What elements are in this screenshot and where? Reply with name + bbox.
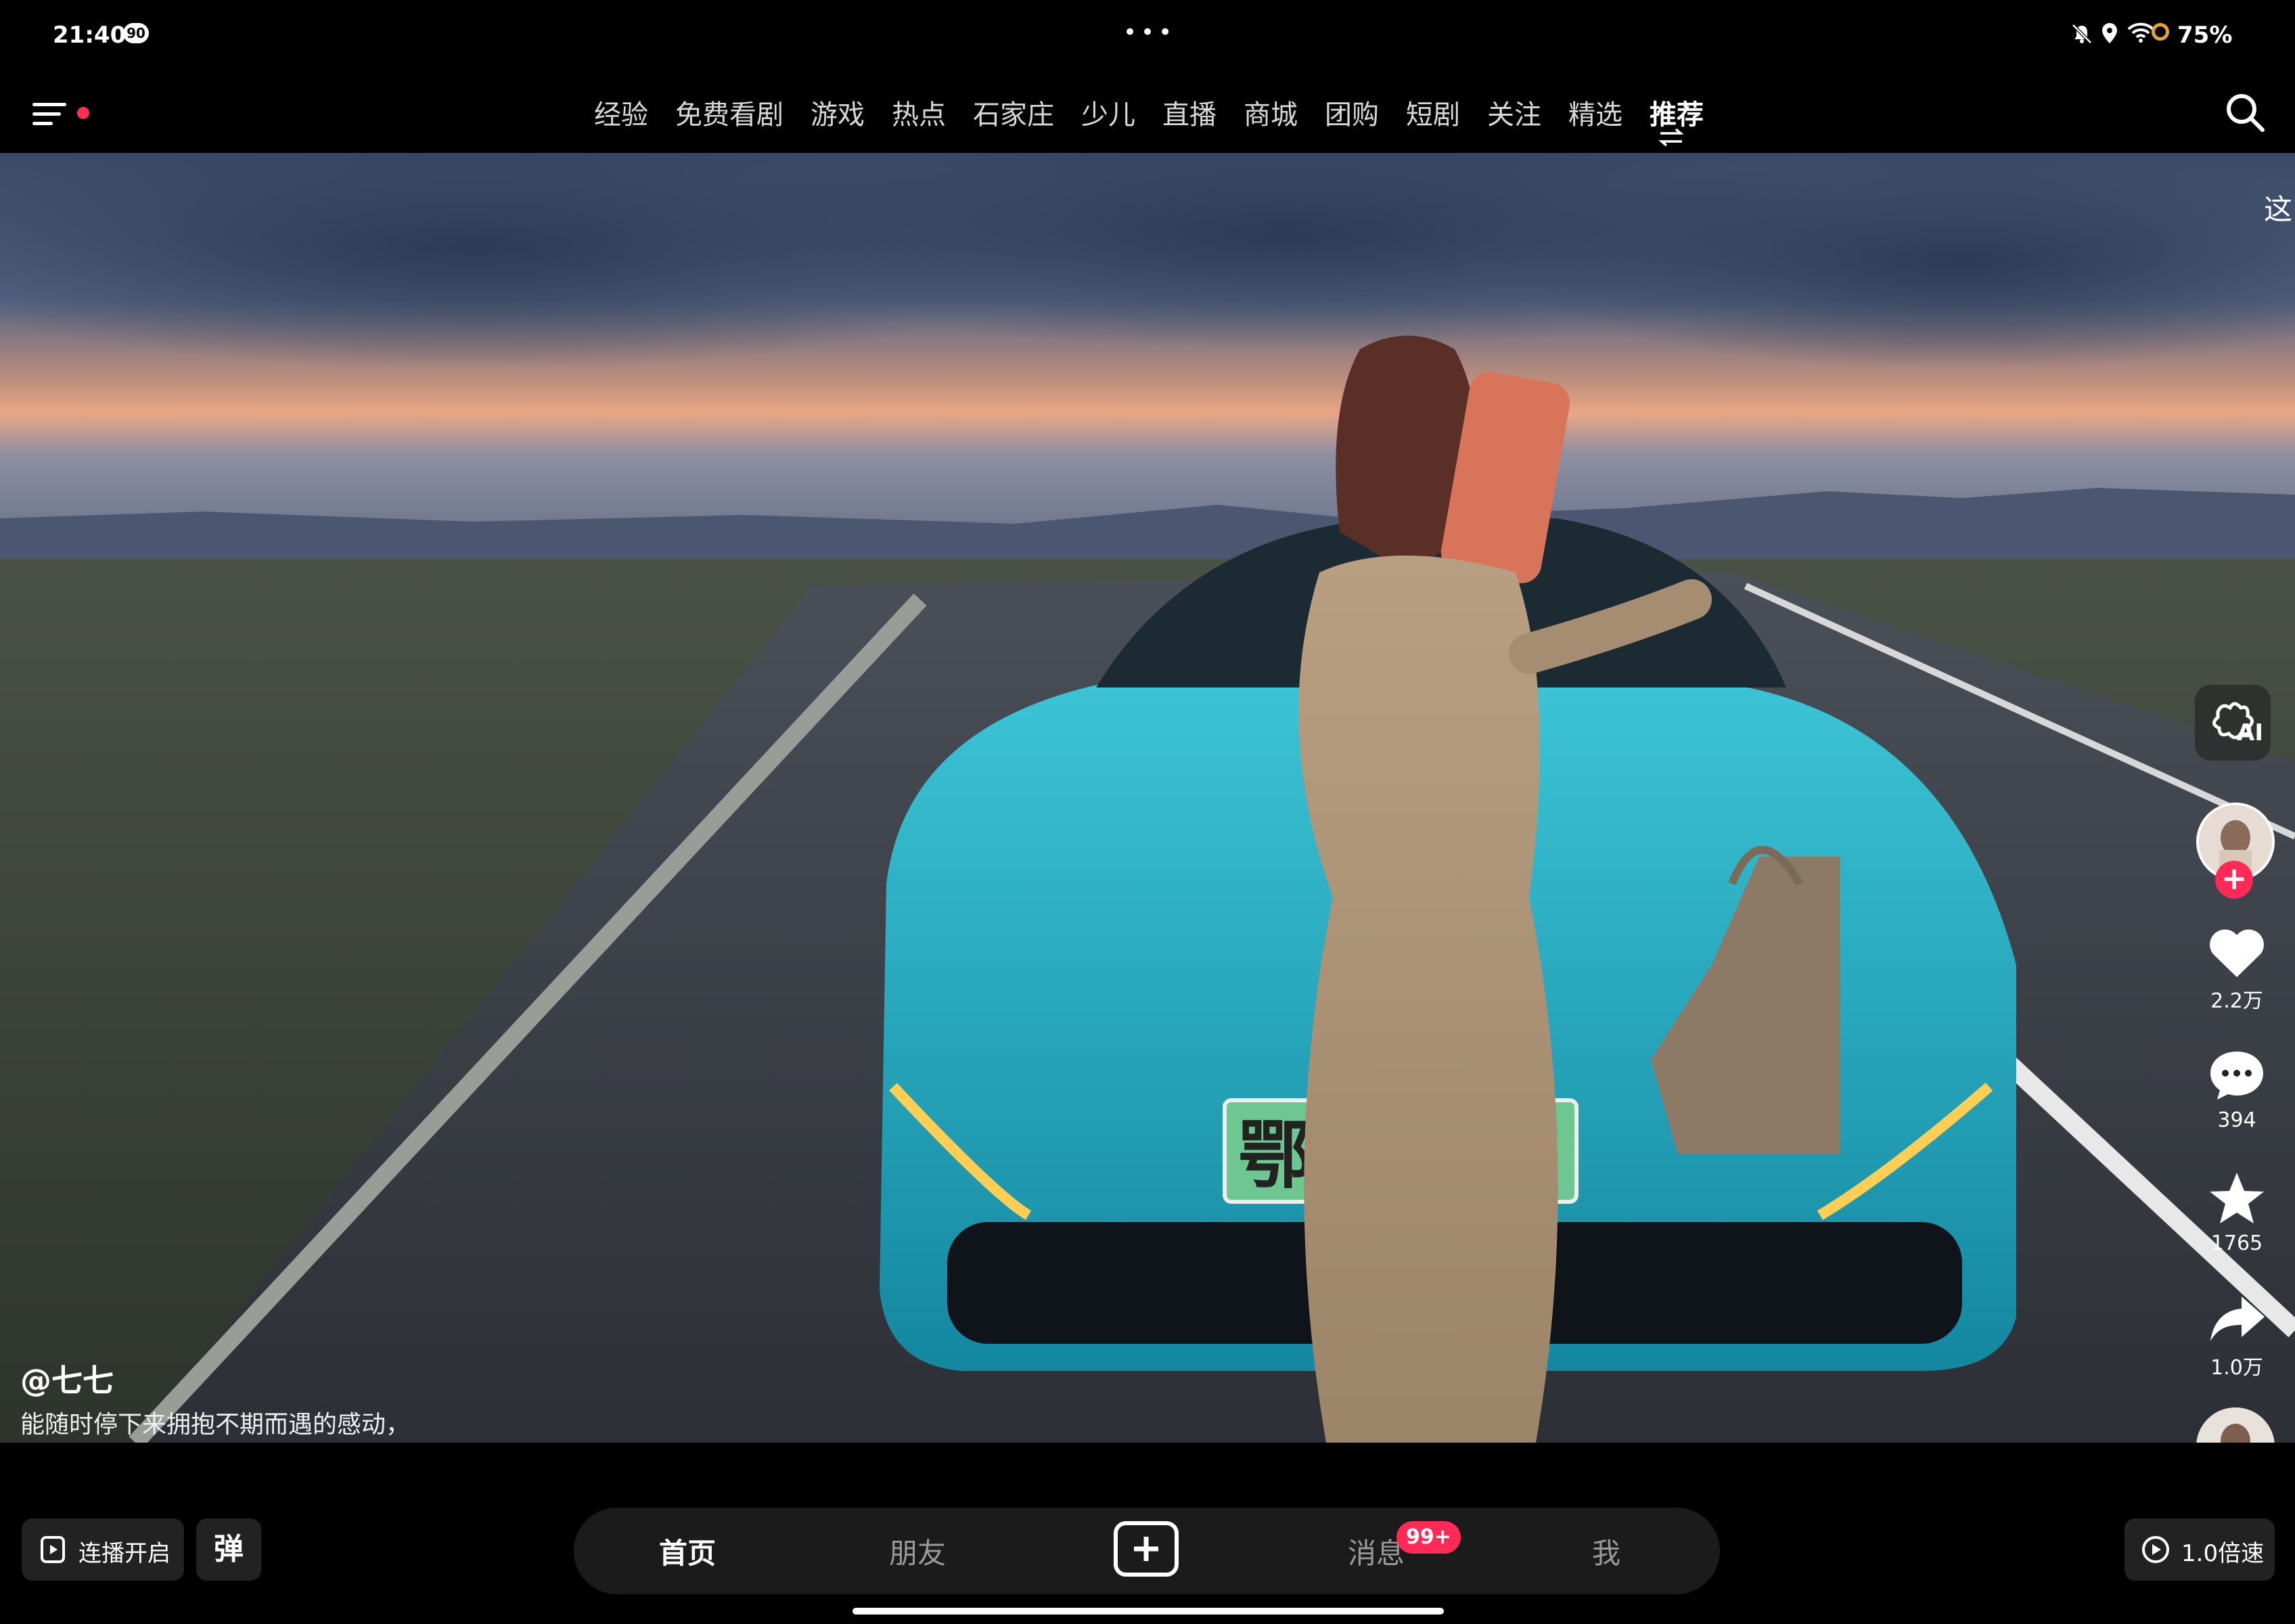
plus-icon: [1134, 1537, 1158, 1561]
top-navigation: 经验 免费看剧 游戏 热点 石家庄 少儿 直播 商城 团购 短剧 关注 精选 推…: [0, 70, 2295, 153]
nav-home[interactable]: 首页: [620, 1531, 755, 1572]
tab-short-drama[interactable]: 短剧: [1392, 95, 1474, 135]
wifi-icon: [2127, 22, 2154, 43]
hamburger-icon: [32, 103, 66, 106]
ai-button[interactable]: AI: [2195, 685, 2271, 761]
bottom-navigation: 首页 朋友 消息 99+ 我: [574, 1508, 1720, 1594]
tab-following[interactable]: 关注: [1474, 95, 1555, 135]
tab-hot[interactable]: 热点: [878, 95, 959, 135]
tab-jingyan[interactable]: 经验: [581, 95, 662, 135]
refresh-rate-badge: 90: [123, 23, 149, 43]
notification-dot: [77, 107, 89, 119]
comment-icon: [2210, 1052, 2263, 1100]
create-button[interactable]: [1114, 1521, 1179, 1577]
share-button[interactable]: 1.0万: [2189, 1294, 2284, 1380]
speed-label: 1.0倍速: [2181, 1540, 2265, 1567]
favorite-count: 1765: [2210, 1232, 2263, 1255]
autoplay-toggle[interactable]: 连播开启: [22, 1518, 184, 1581]
autoplay-icon: [41, 1536, 65, 1563]
comment-count: 394: [2217, 1108, 2256, 1132]
battery-ring-icon: [2152, 23, 2169, 41]
caption-line-1: 能随时停下来拥抱不期而遇的感动，: [20, 1411, 411, 1439]
playback-speed-button[interactable]: 1.0倍速: [2124, 1518, 2275, 1581]
mute-bell-icon: [2072, 24, 2092, 44]
tab-city[interactable]: 石家庄: [959, 95, 1068, 135]
home-indicator: [853, 1608, 1444, 1615]
tab-live[interactable]: 直播: [1149, 95, 1230, 135]
share-count: 1.0万: [2210, 1356, 2263, 1380]
switch-arrows-icon[interactable]: [1658, 127, 1685, 148]
share-arrow-icon: [2210, 1296, 2265, 1341]
tab-games[interactable]: 游戏: [797, 95, 878, 135]
follow-button[interactable]: +: [2215, 861, 2253, 899]
battery-level: 75%: [2177, 22, 2233, 49]
side-overlay-text: 这: [2264, 193, 2293, 226]
search-icon[interactable]: [2223, 91, 2267, 134]
heart-icon: [2210, 929, 2264, 977]
tab-group-buy[interactable]: 团购: [1311, 95, 1392, 135]
channel-tabs: 经验 免费看剧 游戏 热点 石家庄 少儿 直播 商城 团购 短剧 关注 精选 推…: [581, 95, 1717, 135]
tab-featured[interactable]: 精选: [1555, 95, 1636, 135]
tab-free-drama[interactable]: 免费看剧: [662, 95, 797, 135]
messages-badge: 99+: [1396, 1521, 1461, 1554]
tab-mall[interactable]: 商城: [1230, 95, 1311, 135]
tab-kids[interactable]: 少儿: [1068, 95, 1149, 135]
danmaku-toggle[interactable]: 弹: [196, 1518, 261, 1581]
ai-label: AI: [2237, 719, 2263, 746]
like-count: 2.2万: [2210, 989, 2263, 1013]
hamburger-line: [32, 122, 53, 125]
status-bar: 21:40 90 ••• 75%: [0, 0, 2295, 70]
location-icon: [2102, 23, 2117, 43]
nav-friends[interactable]: 朋友: [850, 1531, 985, 1572]
nav-me[interactable]: 我: [1539, 1531, 1674, 1572]
video-player[interactable]: 鄂A: [0, 153, 2295, 1443]
star-icon: [2210, 1173, 2264, 1223]
speed-icon: [2142, 1536, 2169, 1563]
more-dots-icon[interactable]: •••: [1123, 19, 1176, 46]
favorite-button[interactable]: 1765: [2189, 1171, 2284, 1255]
hamburger-line: [32, 112, 61, 116]
comment-button[interactable]: 394: [2189, 1049, 2284, 1132]
like-button[interactable]: 2.2万: [2189, 927, 2284, 1014]
menu-button[interactable]: [27, 93, 89, 134]
ai-icon: AI: [2212, 702, 2263, 746]
status-time: 21:40: [53, 22, 127, 49]
video-frame: 鄂A: [0, 153, 2295, 1443]
author-username[interactable]: @七七: [20, 1356, 114, 1401]
autoplay-label: 连播开启: [78, 1540, 171, 1567]
